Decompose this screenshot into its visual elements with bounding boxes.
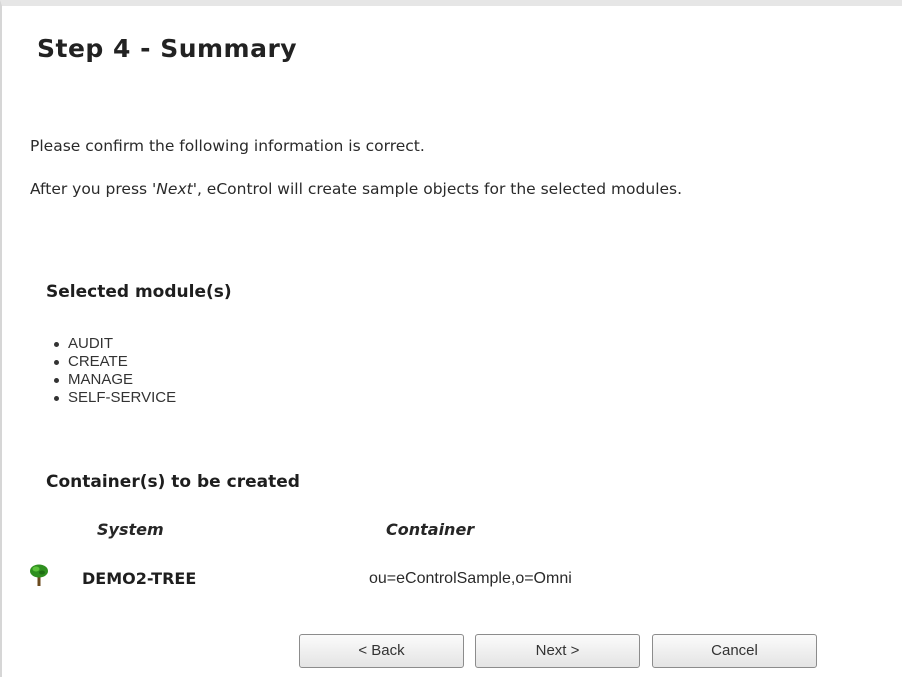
next-button[interactable]: Next > [475, 634, 640, 668]
module-label: AUDIT [68, 335, 113, 352]
selected-modules-heading: Selected module(s) [46, 282, 232, 302]
module-label: MANAGE [68, 371, 134, 388]
bullet-icon [54, 378, 59, 383]
confirm-instruction: Please confirm the following information… [30, 137, 425, 155]
page-title: Step 4 - Summary [37, 34, 298, 63]
table-row-container: ou=eControlSample,o=Omni [369, 570, 572, 587]
bullet-icon [54, 360, 59, 365]
list-item: SELF-SERVICE [52, 390, 176, 406]
bullet-icon [54, 342, 59, 347]
next-instruction-emphasis: 'Next' [152, 180, 197, 198]
bullet-icon [54, 396, 59, 401]
next-instruction-prefix: After you press [30, 180, 153, 198]
cancel-button[interactable]: Cancel [652, 634, 817, 668]
module-list: AUDIT CREATE MANAGE SELF-SERVICE [52, 336, 176, 408]
containers-heading: Container(s) to be created [46, 472, 300, 492]
list-item: AUDIT [52, 336, 176, 352]
container-column-header: Container [386, 520, 475, 539]
table-row-system: DEMO2-TREE [82, 569, 197, 588]
next-instruction: After you press 'Next', eControl will cr… [30, 180, 682, 198]
module-label: CREATE [68, 353, 128, 370]
list-item: MANAGE [52, 372, 176, 388]
back-button[interactable]: < Back [299, 634, 464, 668]
list-item: CREATE [52, 354, 176, 370]
tree-icon [30, 564, 48, 586]
wizard-panel: Step 4 - Summary Please confirm the foll… [0, 0, 902, 677]
next-instruction-suffix: , eControl will create sample objects fo… [196, 180, 683, 198]
system-column-header: System [97, 520, 164, 539]
module-label: SELF-SERVICE [68, 389, 177, 406]
